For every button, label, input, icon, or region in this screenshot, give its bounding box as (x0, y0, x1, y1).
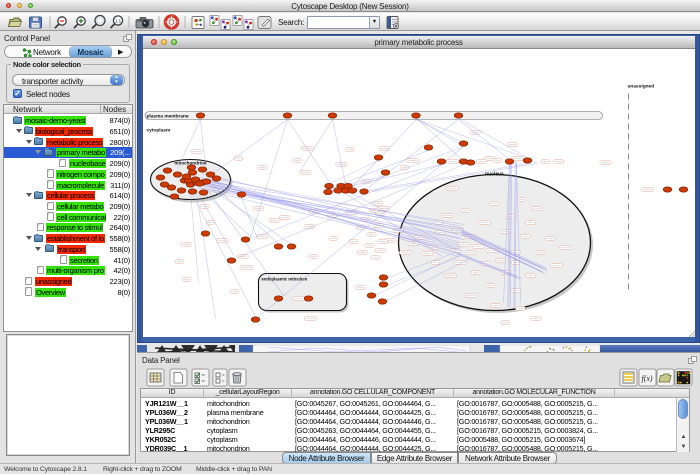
svg-text:unassigned: unassigned (627, 83, 654, 89)
svg-text:f(x): f(x) (641, 374, 652, 383)
svg-text:endoplasmic reticulum: endoplasmic reticulum (261, 276, 307, 281)
svg-text:1:1: 1:1 (115, 19, 122, 24)
svg-text:plasma membrane: plasma membrane (146, 113, 188, 119)
svg-text:cytoplasm: cytoplasm (146, 127, 170, 133)
svg-text:nucleus: nucleus (485, 171, 504, 177)
